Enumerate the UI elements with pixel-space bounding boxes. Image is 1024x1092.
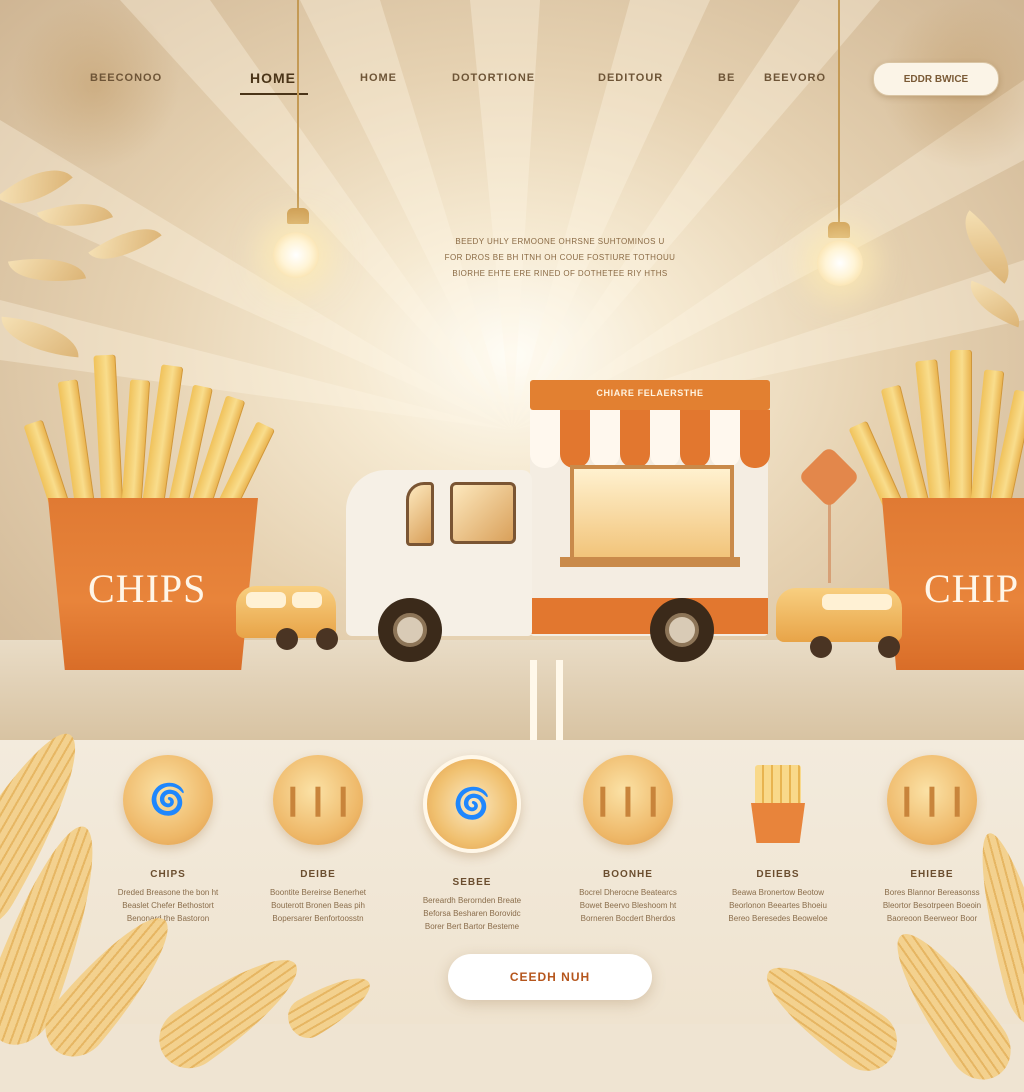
product-name: SEBEE — [452, 877, 492, 888]
nav-item-dotortione[interactable]: DOTORTIONE — [452, 72, 535, 84]
desc-line: Borneren Bocdert Bherdos — [580, 914, 676, 923]
fries-glyph: ❙❙❙ — [280, 783, 356, 817]
lamp-cap — [828, 222, 850, 238]
desc-line: Dreded Breasone the bon ht — [117, 888, 219, 897]
product-card[interactable]: ❙❙❙ BOONHE Bocrel Dherocne Beatearcs Bow… — [553, 755, 703, 925]
car-wheel — [276, 628, 298, 650]
wheel-hub — [393, 613, 427, 647]
nav-item-beevoro[interactable]: BEEVORO — [764, 72, 826, 84]
lamp-icon — [273, 232, 319, 278]
mini-fries — [755, 765, 801, 809]
desc-line: Bereardh Berornden Breate — [422, 896, 522, 905]
mini-carton — [751, 803, 805, 843]
fries-icon: ❙❙❙ — [273, 755, 363, 845]
nav-action-button[interactable]: EDDR BWICE — [873, 62, 999, 96]
awning-stripe — [710, 410, 740, 468]
sauce-swirl-icon: 🌀 — [123, 755, 213, 845]
car-wheel — [810, 636, 832, 658]
desc-line: Bopersarer Benfortoosstn — [272, 914, 364, 923]
awning-stripe — [560, 410, 590, 468]
desc-line: Bleortor Besotrpeen Boeoin — [882, 901, 982, 910]
tagline-line: BIORHE EHTE ERE RINED OF DOTHETEE RIY HT… — [452, 269, 668, 278]
lamp-cord — [297, 0, 299, 210]
tagline-line: FOR DROS BE BH ITNH OH COUE FOSTIURE TOT… — [444, 253, 676, 262]
swirl-glyph: 🌀 — [453, 787, 491, 821]
sauce-swirl-icon: 🌀 — [423, 755, 521, 853]
order-now-button[interactable]: CEEDH NUH — [448, 954, 652, 1000]
truck-cab — [346, 470, 532, 636]
desc-line: Boontite Bereirse Benerhet — [269, 888, 367, 897]
product-description: Boontite Bereirse Benerhet Bouterott Bro… — [243, 886, 393, 925]
desc-line: Beforsa Besharen Borovidc — [423, 909, 521, 918]
nav-item-home-2[interactable]: HOME — [360, 72, 397, 84]
hero-tagline: BEEDY UHLY ERMOONE OHRSNE SUHTOMINOS U F… — [400, 234, 720, 282]
truck-service-window — [570, 465, 734, 565]
tagline-line: BEEDY UHLY ERMOONE OHRSNE SUHTOMINOS U — [455, 237, 665, 246]
swirl-glyph: 🌀 — [149, 783, 187, 817]
car-wheel — [878, 636, 900, 658]
box-label-right: CHIP — [924, 566, 1020, 611]
awning-stripe — [740, 410, 770, 468]
road-line — [556, 660, 563, 740]
fries-icon: ❙❙❙ — [887, 755, 977, 845]
desc-line: Bereo Beresedes Beoweloe — [728, 914, 828, 923]
car-wheel — [316, 628, 338, 650]
truck-stripe — [530, 598, 768, 634]
nav-item-be[interactable]: BE — [718, 72, 735, 84]
product-name: CHIPS — [150, 869, 186, 880]
product-name: DEIBE — [300, 869, 336, 880]
desc-line: Baoreoon Beerweor Boor — [886, 914, 978, 923]
awning-stripe — [620, 410, 650, 468]
desc-line: Bouterott Bronen Beas pih — [271, 901, 365, 910]
fries-glyph: ❙❙❙ — [894, 783, 970, 817]
product-card[interactable]: ❙❙❙ DEIBE Boontite Bereirse Benerhet Bou… — [243, 755, 393, 925]
sign-pole — [828, 498, 831, 583]
nav-item-home[interactable]: HOME — [250, 70, 296, 86]
fries-carton-icon — [733, 755, 823, 845]
desc-line: Beorlonon Beeartes Bhoeiu — [729, 901, 827, 910]
desc-line: Borer Bert Bartor Besteme — [424, 922, 520, 931]
awning-stripe — [590, 410, 620, 468]
car-right — [776, 588, 902, 642]
product-card[interactable]: 🌀 SEBEE Bereardh Berornden Breate Befors… — [397, 755, 547, 933]
awning-stripe — [530, 410, 560, 468]
desc-line: Bores Blannor Bereasonss — [884, 888, 980, 897]
desc-line: Bocrel Dherocne Beatearcs — [579, 888, 677, 897]
wheel-hub — [665, 613, 699, 647]
truck-counter — [560, 557, 740, 567]
lamp-cord — [838, 0, 840, 225]
cab-side-window — [406, 482, 434, 546]
awning-stripe — [680, 410, 710, 468]
desc-line: Bowet Beervo Bleshoom ht — [579, 901, 677, 910]
desc-line: Beawa Bronertow Beotow — [731, 888, 825, 897]
car-window — [292, 592, 322, 608]
truck-wheel — [378, 598, 442, 662]
cab-door-window — [450, 482, 516, 544]
nav-brand[interactable]: BEECONOO — [90, 72, 162, 84]
top-navigation: BEECONOO HOME HOME DOTORTIONE DEDITOUR B… — [0, 60, 1024, 100]
car-window — [246, 592, 286, 608]
lamp-icon — [817, 240, 863, 286]
product-name: DEIEBS — [756, 869, 800, 880]
product-description: Bereardh Berornden Breate Beforsa Beshar… — [397, 894, 547, 933]
product-description: Bocrel Dherocne Beatearcs Bowet Beervo B… — [553, 886, 703, 925]
car-window — [822, 594, 892, 610]
product-description: Dreded Breasone the bon ht Beaslet Chefe… — [93, 886, 243, 925]
product-description: Beawa Bronertow Beotow Beorlonon Beearte… — [703, 886, 853, 925]
awning-stripe — [650, 410, 680, 468]
lamp-cap — [287, 208, 309, 224]
box-label-left: CHIPS — [88, 566, 207, 611]
truck-sign: CHIARE FELAERSTHE — [596, 388, 704, 398]
product-card[interactable]: 🌀 CHIPS Dreded Breasone the bon ht Beasl… — [93, 755, 243, 925]
product-card[interactable]: DEIEBS Beawa Bronertow Beotow Beorlonon … — [703, 755, 853, 925]
desc-line: Benonard the Bastoron — [126, 914, 210, 923]
product-name: BOONHE — [603, 869, 653, 880]
fries-glyph: ❙❙❙ — [590, 783, 666, 817]
truck-wheel — [650, 598, 714, 662]
fries-icon: ❙❙❙ — [583, 755, 673, 845]
desc-line: Beaslet Chefer Bethostort — [122, 901, 214, 910]
road-line — [530, 660, 537, 740]
nav-item-deditour[interactable]: DEDITOUR — [598, 72, 663, 84]
